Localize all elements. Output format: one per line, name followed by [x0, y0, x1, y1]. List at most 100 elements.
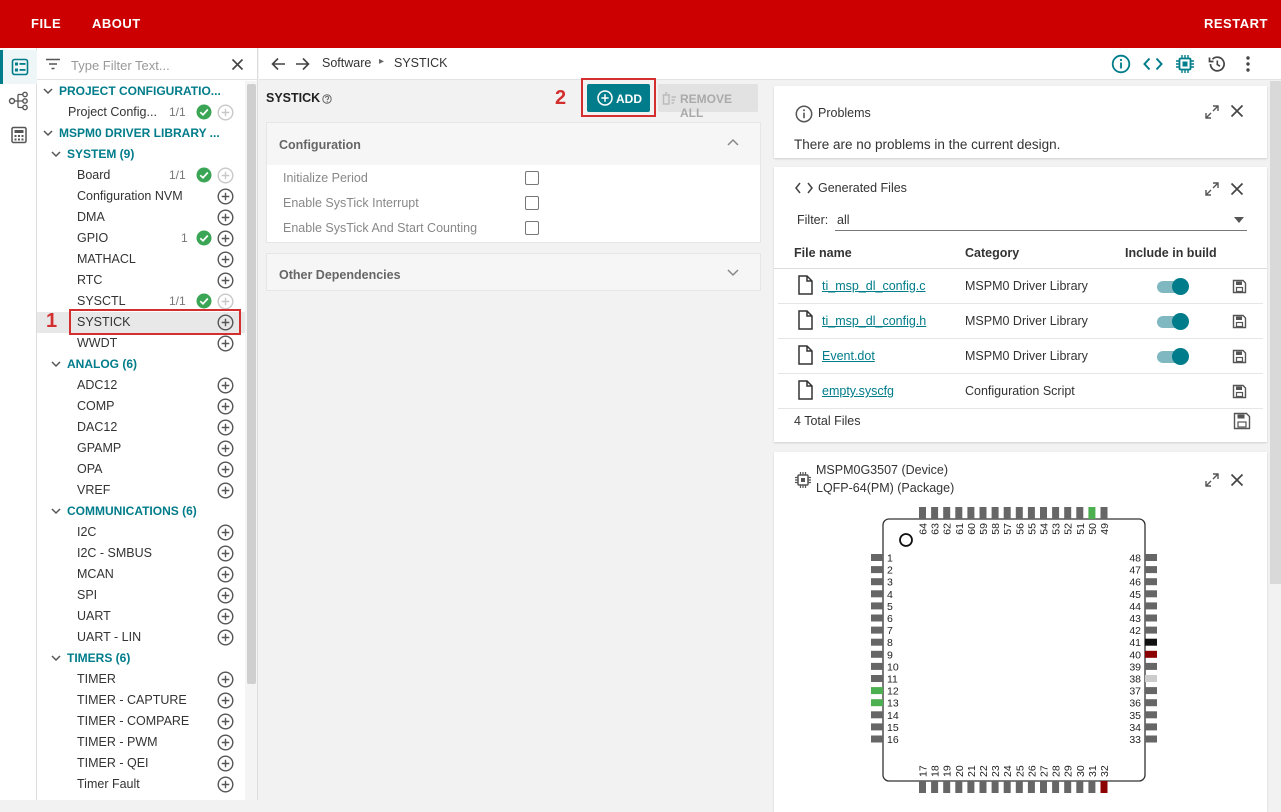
add-circle-icon[interactable] [217, 671, 234, 688]
sidebar-item-timer-qei[interactable]: TIMER - QEI [37, 753, 245, 774]
sidebar-item-project-configuration[interactable]: Project Config... 1/1 [37, 102, 245, 123]
sidebar-item-uart-lin[interactable]: UART - LIN [37, 627, 245, 648]
sidebar-item-mathacl[interactable]: MATHACL [37, 249, 245, 270]
sidebar-item-timer-compare[interactable]: TIMER - COMPARE [37, 711, 245, 732]
sidebar-item-mcan[interactable]: MCAN [37, 564, 245, 585]
add-button[interactable]: ADD [587, 84, 650, 112]
restart-button[interactable]: RESTART [1204, 16, 1268, 31]
add-circle-icon[interactable] [217, 734, 234, 751]
chip-icon[interactable] [1175, 54, 1195, 74]
remove-all-button[interactable]: REMOVE ALL [658, 84, 758, 120]
sidebar-item-timer-pwm[interactable]: TIMER - PWM [37, 732, 245, 753]
sidebar-item-vref[interactable]: VREF [37, 480, 245, 501]
add-circle-icon[interactable] [217, 545, 234, 562]
add-circle-icon[interactable] [217, 608, 234, 625]
add-circle-icon[interactable] [217, 587, 234, 604]
right-panel-scrollbar[interactable] [1270, 81, 1281, 584]
sidebar-item-comp[interactable]: COMP [37, 396, 245, 417]
sidebar-item-timer[interactable]: TIMER [37, 669, 245, 690]
expand-icon[interactable] [1204, 104, 1220, 120]
add-circle-icon[interactable] [217, 755, 234, 772]
sidebar-item-uart[interactable]: UART [37, 606, 245, 627]
add-circle-icon[interactable] [217, 629, 234, 646]
more-options-icon[interactable] [1245, 55, 1251, 73]
sidebar-item-spi[interactable]: SPI [37, 585, 245, 606]
help-icon[interactable] [322, 94, 332, 104]
file-menu[interactable]: FILE [31, 16, 61, 31]
info-icon[interactable] [1111, 54, 1131, 74]
sidebar-item-dac12[interactable]: DAC12 [37, 417, 245, 438]
config-option-checkbox[interactable] [525, 221, 539, 235]
sidebar-item-gpio[interactable]: GPIO 1 [37, 228, 245, 249]
close-icon[interactable] [1230, 182, 1244, 196]
add-circle-icon[interactable] [217, 398, 234, 415]
config-option-checkbox[interactable] [525, 171, 539, 185]
sidebar-item-rtc[interactable]: RTC [37, 270, 245, 291]
add-circle-icon[interactable] [217, 692, 234, 709]
sidebar-item-opa[interactable]: OPA [37, 459, 245, 480]
sidebar-item-i2c[interactable]: I2C [37, 522, 245, 543]
add-circle-icon[interactable] [217, 335, 234, 352]
category-communications[interactable]: COMMUNICATIONS (6) [37, 501, 245, 522]
configuration-header[interactable]: Configuration [267, 123, 760, 165]
include-in-build-toggle[interactable] [1157, 278, 1189, 296]
save-icon[interactable] [1232, 314, 1247, 334]
add-circle-icon[interactable] [217, 167, 234, 184]
back-arrow-icon[interactable] [271, 57, 286, 71]
sidebar-item-dma[interactable]: DMA [37, 207, 245, 228]
sidebar-item-i2c-smbus[interactable]: I2C - SMBUS [37, 543, 245, 564]
filter-select[interactable]: all [835, 209, 1247, 231]
history-icon[interactable] [1207, 54, 1227, 74]
include-in-build-toggle[interactable] [1157, 313, 1189, 331]
category-timers[interactable]: TIMERS (6) [37, 648, 245, 669]
other-dependencies-section[interactable]: Other Dependencies [266, 253, 761, 291]
sidebar-item-gpamp[interactable]: GPAMP [37, 438, 245, 459]
save-icon[interactable] [1232, 349, 1247, 369]
add-circle-icon[interactable] [217, 209, 234, 226]
filter-input[interactable] [71, 55, 221, 75]
file-name-link[interactable]: ti_msp_dl_config.c [822, 279, 926, 293]
add-circle-icon[interactable] [217, 566, 234, 583]
save-icon[interactable] [1232, 279, 1247, 299]
sidebar-item-adc12[interactable]: ADC12 [37, 375, 245, 396]
category-project-configuration[interactable]: PROJECT CONFIGURATIO... [37, 81, 245, 102]
sidebar-scrollbar-thumb[interactable] [247, 84, 256, 684]
calculator-view-button[interactable] [0, 118, 37, 152]
breadcrumb-software[interactable]: Software [322, 56, 371, 70]
code-view-icon[interactable] [1143, 56, 1163, 72]
add-circle-icon[interactable] [217, 776, 234, 793]
add-circle-icon[interactable] [217, 251, 234, 268]
category-analog[interactable]: ANALOG (6) [37, 354, 245, 375]
add-circle-icon[interactable] [217, 104, 234, 121]
category-system[interactable]: SYSTEM (9) [37, 144, 245, 165]
save-all-icon[interactable] [1233, 412, 1251, 435]
forward-arrow-icon[interactable] [295, 57, 310, 71]
file-name-link[interactable]: empty.syscfg [822, 384, 894, 398]
add-circle-icon[interactable] [217, 293, 234, 310]
sidebar-item-timer-capture[interactable]: TIMER - CAPTURE [37, 690, 245, 711]
add-circle-icon[interactable] [217, 713, 234, 730]
chevron-up-icon[interactable] [727, 138, 739, 146]
file-name-link[interactable]: ti_msp_dl_config.h [822, 314, 926, 328]
sidebar-item-board[interactable]: Board 1/1 [37, 165, 245, 186]
sidebar-item-configuration-nvm[interactable]: Configuration NVM [37, 186, 245, 207]
add-circle-icon[interactable] [217, 461, 234, 478]
add-circle-icon[interactable] [217, 440, 234, 457]
module-list-view-button[interactable] [0, 50, 37, 84]
sidebar-item-timer-fault[interactable]: Timer Fault [37, 774, 245, 795]
about-menu[interactable]: ABOUT [92, 16, 141, 31]
add-circle-icon[interactable] [217, 524, 234, 541]
dependency-view-button[interactable] [0, 84, 37, 118]
close-icon[interactable] [1230, 104, 1244, 118]
add-circle-icon[interactable] [217, 419, 234, 436]
add-circle-icon[interactable] [217, 188, 234, 205]
chevron-down-icon[interactable] [727, 269, 739, 277]
save-icon[interactable] [1232, 384, 1247, 404]
clear-filter-icon[interactable] [231, 58, 244, 71]
config-option-checkbox[interactable] [525, 196, 539, 210]
add-circle-icon[interactable] [217, 272, 234, 289]
add-circle-icon[interactable] [217, 482, 234, 499]
include-in-build-toggle[interactable] [1157, 348, 1189, 366]
expand-icon[interactable] [1204, 181, 1220, 197]
add-circle-icon[interactable] [217, 230, 234, 247]
